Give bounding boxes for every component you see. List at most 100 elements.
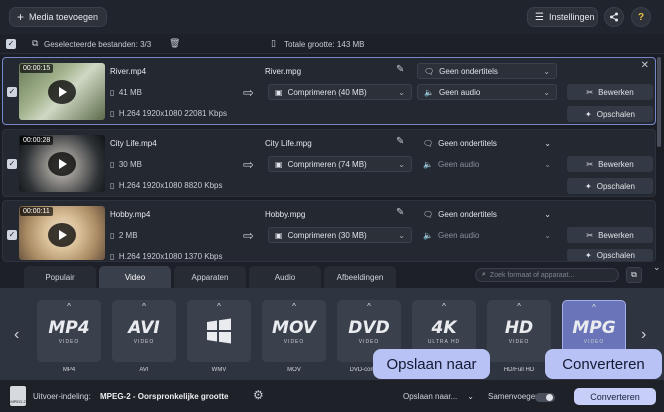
gear-icon[interactable]: ⚙ [253, 388, 264, 402]
file-size-info: ▯ 30 MB [110, 160, 142, 169]
merge-toggle[interactable] [535, 393, 555, 402]
audio-dropdown[interactable]: 🔈 Geen audio ⌄ [417, 84, 557, 100]
play-icon[interactable] [48, 152, 76, 176]
chevron-down-icon[interactable]: ⌄ [653, 262, 661, 273]
output-format-value: MPEG-2 - Oorspronkelijke grootte [100, 392, 229, 401]
speech-bubble-icon: 🗨 [423, 209, 434, 219]
format-logo: MOV [272, 317, 316, 338]
chevron-down-icon: ⌄ [543, 66, 550, 76]
source-file-name: River.mp4 [110, 67, 147, 76]
close-icon[interactable]: ✕ [641, 60, 649, 71]
select-all-checkbox[interactable]: ✓ [6, 39, 16, 49]
document-icon: ▯ [110, 231, 115, 240]
scissors-icon: ✂ [586, 159, 594, 169]
chevron-down-icon: ⌄ [398, 230, 405, 240]
subtitles-dropdown[interactable]: 🗨 Geen ondertitels ⌄ [417, 206, 557, 222]
tab-popular[interactable]: Populair [24, 266, 96, 288]
format-avi[interactable]: ^ AVI VIDEO [112, 300, 176, 362]
audio-dropdown[interactable]: 🔈 Geen audio ⌄ [417, 227, 557, 243]
question-icon: ? [637, 11, 645, 23]
file-checkbox[interactable]: ✓ [7, 230, 17, 240]
tab-audio[interactable]: Audio [249, 266, 321, 288]
codec-info: ▯ H.264 1920x1080 22081 Kbps [110, 109, 227, 118]
trash-icon[interactable]: 🗑 [169, 38, 180, 49]
save-to-dropdown[interactable]: Opslaan naar... ⌄ [385, 388, 478, 404]
chevron-left-icon[interactable]: ‹ [14, 326, 19, 344]
rename-pencil-icon[interactable]: ✎ [396, 64, 404, 75]
subtitles-dropdown[interactable]: 🗨 Geen ondertitels ⌄ [417, 63, 557, 79]
rename-pencil-icon[interactable]: ✎ [396, 136, 404, 147]
file-list-scrollbar[interactable] [657, 57, 661, 147]
scissors-icon: ✂ [586, 87, 594, 97]
format-search-input[interactable]: ⌕ Zoek formaat of apparaat... [475, 268, 619, 282]
bottom-bar: MPEG-2 Uitvoer-indeling: MPEG-2 - Oorspr… [0, 380, 664, 412]
file-row[interactable]: ✓ 00:00:11 Hobby.mp4 ▯ 2 MB ▯ H.264 1920… [2, 200, 656, 262]
collapse-panel-button[interactable]: ⧉ [626, 267, 642, 283]
tab-images[interactable]: Afbeeldingen [324, 266, 396, 288]
format-mp4[interactable]: ^ MP4 VIDEO [37, 300, 101, 362]
output-file-name: City Life.mpg [265, 139, 312, 148]
speech-bubble-icon: 🗨 [423, 138, 434, 148]
compress-dropdown[interactable]: ▣ Comprimeren (40 MB) ⌄ [268, 84, 412, 100]
settings-button[interactable]: ☰ Instellingen [527, 7, 598, 27]
edit-button[interactable]: ✂ Bewerken [567, 227, 653, 243]
compress-icon: ▣ [275, 230, 283, 240]
upscale-button[interactable]: ✦ Opschalen [567, 106, 653, 122]
tab-devices[interactable]: Apparaten [174, 266, 246, 288]
file-checkbox[interactable]: ✓ [7, 159, 17, 169]
subtitles-dropdown[interactable]: 🗨 Geen ondertitels ⌄ [417, 135, 557, 151]
edit-label: Bewerken [598, 159, 634, 169]
format-logo: 4K [431, 317, 457, 338]
share-button[interactable] [604, 7, 624, 27]
video-thumbnail[interactable]: 00:00:15 [19, 63, 105, 120]
help-button[interactable]: ? [631, 7, 651, 27]
edit-label: Bewerken [598, 230, 634, 240]
compress-dropdown[interactable]: ▣ Comprimeren (30 MB) ⌄ [268, 227, 412, 243]
format-mov[interactable]: ^ MOV VIDEO [262, 300, 326, 362]
format-hd[interactable]: ^ HD VIDEO [487, 300, 551, 362]
convert-button[interactable]: Converteren [574, 388, 656, 405]
sparkle-icon: ✦ [585, 250, 592, 260]
codec-specs: H.264 1920x1080 1370 Kbps [118, 252, 223, 261]
file-icon: ▯ [271, 38, 276, 48]
tab-video[interactable]: Video [99, 266, 171, 288]
compress-dropdown[interactable]: ▣ Comprimeren (74 MB) ⌄ [268, 156, 412, 172]
edit-button[interactable]: ✂ Bewerken [567, 156, 653, 172]
chevron-right-icon[interactable]: › [641, 326, 646, 344]
add-media-button[interactable]: + Media toevoegen [9, 7, 107, 27]
file-size: 41 MB [118, 88, 142, 97]
rename-pencil-icon[interactable]: ✎ [396, 207, 404, 218]
chevron-down-icon: ⌄ [467, 391, 474, 401]
file-row[interactable]: ✓ 00:00:15 River.mp4 ▯ 41 MB ▯ H.264 192… [2, 57, 656, 125]
audio-value: Geen audio [437, 230, 480, 240]
settings-label: Instellingen [548, 12, 595, 22]
chevron-up-icon: ^ [442, 302, 446, 311]
audio-dropdown[interactable]: 🔈 Geen audio ⌄ [417, 156, 557, 172]
video-thumbnail[interactable]: 00:00:28 [19, 135, 105, 192]
compress-value: Comprimeren (74 MB) [287, 159, 367, 169]
search-icon: ⌕ [482, 271, 486, 278]
speaker-icon: 🔈 [424, 87, 434, 97]
file-row[interactable]: ✓ 00:00:28 City Life.mp4 ▯ 30 MB ▯ H.264… [2, 129, 656, 197]
play-icon[interactable] [48, 80, 76, 104]
upscale-button[interactable]: ✦ Opschalen [567, 249, 653, 261]
format-wmv[interactable]: ^ [187, 300, 251, 362]
format-sublogo: VIDEO [508, 338, 530, 345]
upscale-button[interactable]: ✦ Opschalen [567, 178, 653, 194]
sparkle-icon: ✦ [585, 181, 592, 191]
video-thumbnail[interactable]: 00:00:11 [19, 206, 105, 260]
play-icon[interactable] [48, 223, 76, 247]
compress-icon: ▣ [275, 87, 283, 97]
document-icon: ▯ [110, 181, 115, 190]
output-format-label: Uitvoer-indeling: [33, 392, 91, 401]
file-size: 2 MB [118, 231, 138, 240]
file-checkbox[interactable]: ✓ [7, 87, 17, 97]
sliders-icon: ☰ [535, 11, 544, 23]
convert-arrow-icon: ⇨ [243, 157, 254, 172]
file-size-info: ▯ 41 MB [110, 88, 142, 97]
plus-icon: + [17, 10, 25, 24]
edit-label: Bewerken [598, 87, 634, 97]
chevron-up-icon: ^ [217, 302, 221, 311]
audio-value: Geen audio [438, 87, 481, 97]
edit-button[interactable]: ✂ Bewerken [567, 84, 653, 100]
